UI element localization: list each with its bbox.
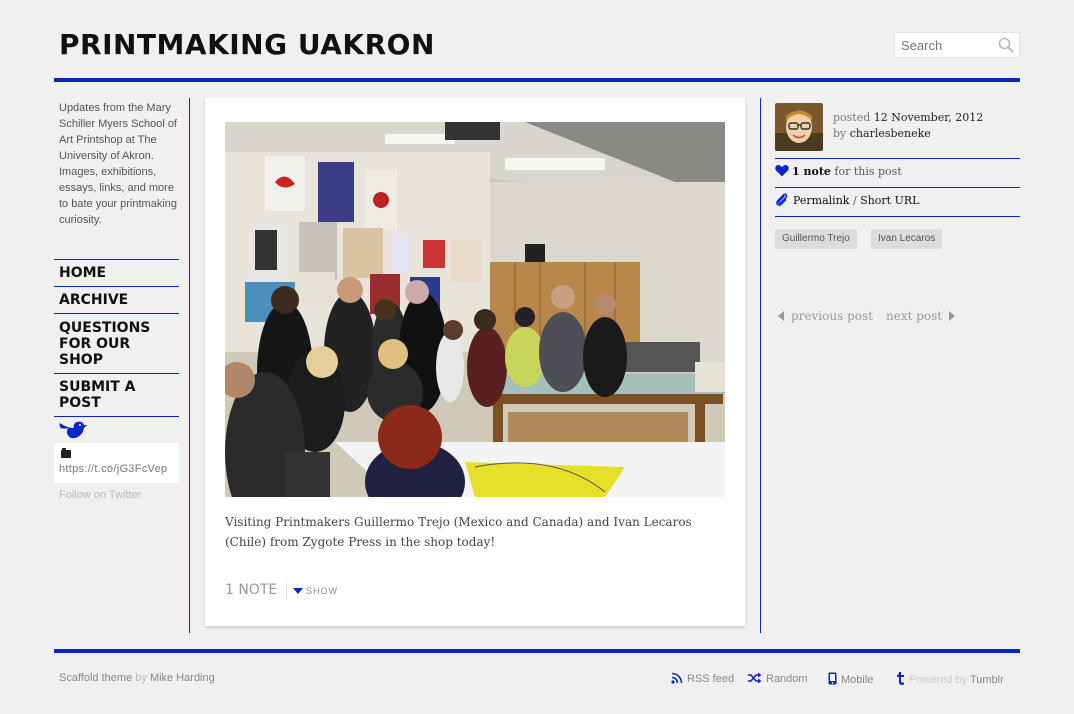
author-avatar[interactable] — [775, 103, 823, 151]
post-photo[interactable] — [225, 122, 725, 497]
search-icon[interactable] — [998, 37, 1014, 53]
mobile-link[interactable]: Mobile — [828, 672, 873, 686]
meta-divider-1 — [775, 158, 1020, 159]
shuffle-icon — [748, 672, 762, 684]
next-post-label[interactable]: next post — [886, 309, 942, 323]
nav-archive[interactable]: ARCHIVE — [54, 287, 179, 314]
nav-home[interactable]: HOME — [54, 260, 179, 287]
search-box[interactable] — [894, 32, 1020, 58]
theme-by: by — [135, 672, 147, 684]
designer-link[interactable]: Mike Harding — [150, 672, 215, 684]
by-prefix: by — [833, 127, 847, 140]
tumblr-label[interactable]: Tumblr — [970, 674, 1004, 686]
permalink-row: Permalink / Short URL — [775, 193, 919, 207]
follow-on-twitter-link[interactable]: Follow on Twitter — [59, 489, 141, 501]
theme-name-link[interactable]: Scaffold theme — [59, 672, 132, 684]
show-notes-label[interactable]: SHOW — [306, 586, 338, 596]
search-input[interactable] — [895, 33, 995, 57]
heart-icon — [775, 165, 789, 177]
theme-credit: Scaffold theme by Mike Harding — [59, 672, 215, 684]
permalink-link[interactable]: Permalink — [793, 194, 849, 207]
main-nav: HOME ARCHIVE QUESTIONS FOR OUR SHOP SUBM… — [54, 259, 179, 417]
notes-strong[interactable]: 1 note — [792, 165, 831, 178]
meta-divider-2 — [775, 187, 1020, 188]
blog-description: Updates from the Mary Schiller Myers Sch… — [59, 102, 178, 226]
mobile-icon — [828, 672, 837, 685]
permalink-sep: / — [852, 194, 857, 207]
site-title[interactable]: PRINTMAKING UAKRON — [59, 28, 435, 61]
random-link[interactable]: Random — [748, 672, 808, 685]
author-link[interactable]: charlesbeneke — [850, 127, 931, 140]
header-divider — [54, 78, 1020, 82]
post-caption: Visiting Printmakers Guillermo Trejo (Me… — [225, 515, 692, 549]
rss-feed-label[interactable]: RSS feed — [687, 673, 734, 685]
previous-post-link[interactable]: previous post — [778, 309, 873, 323]
post-date[interactable]: 12 November, 2012 — [874, 111, 983, 124]
tag-guillermo-trejo[interactable]: Guillermo Trejo — [775, 229, 857, 249]
tumblr-icon — [897, 672, 904, 685]
notes-suffix: for this post — [834, 165, 902, 178]
tag-ivan-lecaros[interactable]: Ivan Lecaros — [871, 229, 943, 249]
rss-icon — [671, 672, 683, 684]
random-label[interactable]: Random — [766, 673, 808, 685]
arrow-right-icon — [949, 311, 956, 321]
tumblr-link[interactable]: Powered by Tumblr — [896, 672, 1004, 686]
powered-by-label: Powered by — [909, 674, 968, 686]
post-info: posted 12 November, 2012 by charlesbenek… — [833, 110, 983, 142]
notes-row[interactable]: 1 note for this post — [775, 164, 902, 178]
short-url-link[interactable]: Short URL — [860, 194, 919, 207]
rss-feed-link[interactable]: RSS feed — [671, 672, 734, 685]
tweet-icon — [61, 448, 71, 458]
footer-divider — [54, 649, 1020, 653]
arrow-left-icon — [778, 311, 784, 321]
previous-post-label[interactable]: previous post — [791, 309, 873, 323]
notes-divider — [286, 583, 287, 599]
post-card: Visiting Printmakers Guillermo Trejo (Me… — [205, 98, 745, 626]
posted-prefix: posted — [833, 111, 871, 124]
twitter-bird-icon[interactable] — [56, 417, 88, 439]
next-post-link[interactable]: next post — [886, 309, 956, 323]
triangle-down-icon — [293, 588, 303, 594]
left-column-divider — [189, 98, 190, 633]
latest-tweet[interactable]: https://t.co/jG3FcVep — [54, 443, 179, 483]
meta-divider-3 — [775, 216, 1020, 217]
notes-count[interactable]: 1 NOTE — [225, 582, 277, 598]
nav-submit-post[interactable]: SUBMIT A POST — [54, 374, 179, 417]
tweet-text[interactable]: https://t.co/jG3FcVep — [59, 463, 167, 475]
nav-questions[interactable]: QUESTIONS FOR OUR SHOP — [54, 314, 179, 374]
paperclip-icon — [776, 193, 788, 206]
show-notes-button[interactable]: SHOW — [293, 586, 338, 596]
right-column-divider — [760, 98, 761, 633]
mobile-label[interactable]: Mobile — [841, 674, 873, 686]
